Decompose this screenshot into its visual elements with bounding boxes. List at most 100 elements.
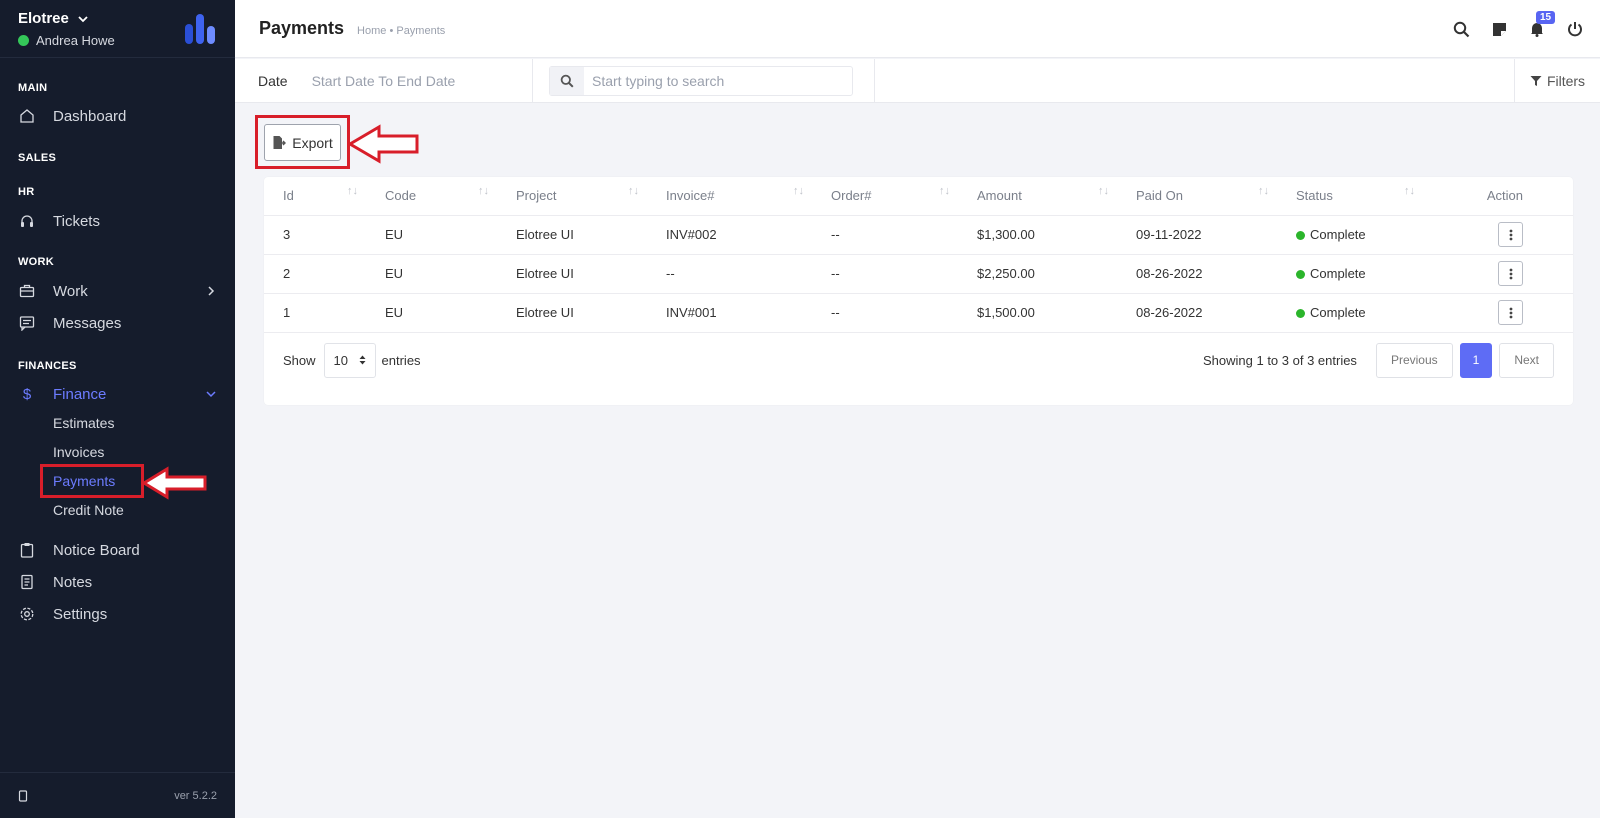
sidebar-item-dashboard[interactable]: Dashboard	[18, 104, 217, 128]
sidebar: Elotree Andrea Howe MAIN Dashboard SALES…	[0, 0, 235, 818]
cell-status: Complete	[1277, 254, 1423, 294]
cell-status: Complete	[1277, 215, 1423, 255]
sort-icon: ↑↓	[793, 185, 804, 197]
filters-button[interactable]: Filters	[1514, 59, 1600, 103]
sidebar-header: Elotree Andrea Howe	[0, 0, 235, 58]
table-header-row: Id ↑↓ Code ↑↓ Project ↑↓ Invoice# ↑↓ Order# ↑…	[264, 177, 1573, 216]
column-header-amount[interactable]: Amount ↑↓	[958, 177, 1117, 216]
sidebar-item-label: Settings	[53, 605, 108, 623]
previous-page-button[interactable]: Previous	[1375, 342, 1453, 378]
sort-icon: ↑↓	[347, 185, 358, 197]
row-actions-button[interactable]	[1498, 261, 1523, 286]
sort-caret-icon	[359, 355, 366, 365]
status-label: Complete	[1310, 227, 1366, 242]
table-row: 3 EU Elotree UI INV#002 -- $1,300.00 09-…	[264, 215, 1573, 255]
cell-id: 1	[264, 293, 366, 333]
payments-table-card: Id ↑↓ Code ↑↓ Project ↑↓ Invoice# ↑↓ Order# ↑…	[264, 177, 1573, 405]
date-range-value[interactable]: Start Date To End Date	[312, 73, 456, 89]
breadcrumb: Home • Payments	[357, 24, 446, 37]
cell-amount: $2,250.00	[958, 254, 1117, 294]
sidebar-sub-estimates[interactable]: Estimates	[53, 415, 114, 431]
sort-icon: ↑↓	[1098, 185, 1109, 197]
section-finances: FINANCES	[18, 360, 77, 372]
cell-project: Elotree UI	[497, 215, 647, 255]
sidebar-footer: ver 5.2.2	[0, 772, 235, 818]
sidebar-sub-credit-note[interactable]: Credit Note	[53, 502, 124, 518]
section-main: MAIN	[18, 82, 48, 94]
sidebar-item-label: Finance	[53, 385, 107, 403]
page-length-select[interactable]: 10	[323, 342, 376, 378]
cell-paid-on: 08-26-2022	[1117, 293, 1277, 333]
column-header-project[interactable]: Project ↑↓	[497, 177, 647, 216]
filters-label: Filters	[1546, 73, 1586, 89]
sidebar-sub-invoices[interactable]: Invoices	[53, 444, 104, 460]
status-dot	[1296, 270, 1305, 279]
headset-icon	[18, 212, 36, 230]
search-input[interactable]	[584, 73, 844, 89]
user-name: Andrea Howe	[36, 33, 115, 48]
cell-project: Elotree UI	[497, 254, 647, 294]
section-work: WORK	[18, 256, 55, 268]
cell-order: --	[812, 254, 958, 294]
cell-order: --	[812, 293, 958, 333]
next-page-button[interactable]: Next	[1499, 342, 1554, 378]
cell-paid-on: 08-26-2022	[1117, 254, 1277, 294]
cell-action	[1423, 293, 1573, 333]
page-1-button[interactable]: 1	[1459, 342, 1493, 378]
sidebar-item-label: Tickets	[53, 212, 100, 230]
sidebar-item-messages[interactable]: Messages	[18, 311, 217, 335]
notification-count-badge: 15	[1536, 11, 1556, 24]
row-actions-button[interactable]	[1498, 222, 1523, 247]
date-range-filter[interactable]: Date Start Date To End Date	[235, 59, 533, 103]
row-actions-button[interactable]	[1498, 300, 1523, 325]
chevron-right-icon	[208, 286, 215, 296]
column-header-id[interactable]: Id ↑↓	[264, 177, 366, 216]
column-header-invoice[interactable]: Invoice# ↑↓	[647, 177, 812, 216]
search-icon[interactable]	[1452, 20, 1470, 38]
sticky-note-icon[interactable]	[1490, 20, 1508, 38]
column-header-status[interactable]: Status ↑↓	[1277, 177, 1423, 216]
sort-icon: ↑↓	[939, 185, 950, 197]
annotation-highlight-export	[255, 115, 350, 169]
power-icon[interactable]	[1566, 20, 1584, 38]
cell-action	[1423, 254, 1573, 294]
mobile-icon[interactable]	[18, 789, 28, 802]
gear-icon	[18, 605, 36, 623]
cell-amount: $1,500.00	[958, 293, 1117, 333]
column-header-code[interactable]: Code ↑↓	[366, 177, 497, 216]
cell-invoice: INV#001	[647, 293, 812, 333]
annotation-arrow-left-icon	[141, 466, 207, 500]
chevron-down-icon	[78, 15, 88, 22]
online-indicator	[18, 35, 29, 46]
column-header-paid-on[interactable]: Paid On ↑↓	[1117, 177, 1277, 216]
section-sales: SALES	[18, 152, 57, 164]
cell-order: --	[812, 215, 958, 255]
sidebar-item-settings[interactable]: Settings	[18, 602, 217, 626]
filter-bar: Date Start Date To End Date Filters	[235, 59, 1600, 103]
table-footer: Show 10 entries Showing 1 to 3 of 3 entr…	[264, 340, 1573, 380]
notebook-icon	[18, 573, 36, 591]
table-info: Showing 1 to 3 of 3 entries	[1203, 352, 1357, 368]
sidebar-item-finance[interactable]: $ Finance	[18, 382, 217, 406]
column-header-order[interactable]: Order# ↑↓	[812, 177, 958, 216]
search-box	[549, 66, 853, 96]
payments-table: Id ↑↓ Code ↑↓ Project ↑↓ Invoice# ↑↓ Order# ↑…	[264, 177, 1573, 333]
sidebar-item-notes[interactable]: Notes	[18, 570, 217, 594]
sidebar-item-tickets[interactable]: Tickets	[18, 209, 217, 233]
annotation-arrow-left-icon	[347, 124, 419, 164]
cell-id: 3	[264, 215, 366, 255]
cell-status: Complete	[1277, 293, 1423, 333]
sidebar-item-notice-board[interactable]: Notice Board	[18, 538, 217, 562]
sidebar-item-label: Notes	[53, 573, 93, 591]
cell-code: EU	[366, 293, 497, 333]
notification-bell-icon[interactable]: 15	[1528, 11, 1556, 38]
cell-paid-on: 09-11-2022	[1117, 215, 1277, 255]
page-length-value: 10	[333, 352, 348, 368]
sidebar-item-work[interactable]: Work	[18, 279, 217, 303]
sidebar-item-label: Work	[53, 282, 88, 300]
table-row: 1 EU Elotree UI INV#001 -- $1,500.00 08-…	[264, 293, 1573, 333]
sidebar-item-label: Dashboard	[53, 107, 127, 125]
section-hr: HR	[18, 186, 35, 198]
table-row: 2 EU Elotree UI -- -- $2,250.00 08-26-20…	[264, 254, 1573, 294]
message-icon	[18, 314, 36, 332]
